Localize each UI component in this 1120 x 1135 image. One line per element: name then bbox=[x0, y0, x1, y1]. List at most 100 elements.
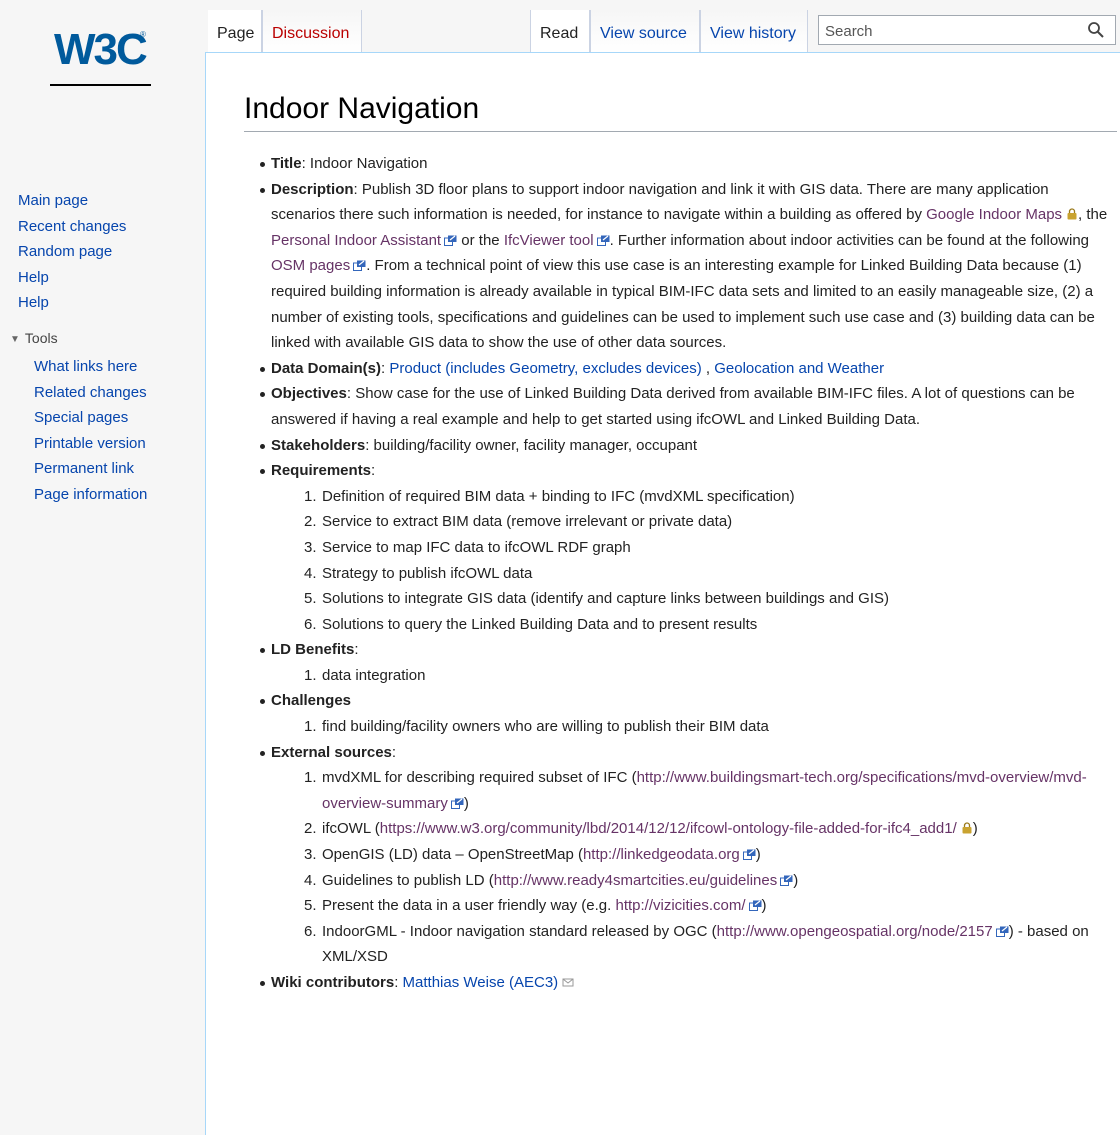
list-item-ld-benefits: LD Benefits: 1. data integration bbox=[246, 637, 1116, 688]
source-text-post: ) bbox=[463, 794, 469, 812]
title-value: : Indoor Navigation bbox=[301, 155, 428, 172]
description-text-4: . Further information about indoor activ… bbox=[609, 231, 1090, 249]
link-osm-pages[interactable]: OSM pages bbox=[271, 257, 350, 274]
tools-item-related-changes[interactable]: Related changes bbox=[34, 382, 147, 408]
external-sources-colon: : bbox=[391, 743, 397, 761]
stakeholders-label: Stakeholders bbox=[271, 436, 366, 454]
logo-text: W3C bbox=[54, 25, 148, 74]
link-ifcviewer-tool[interactable]: IfcViewer tool bbox=[504, 232, 594, 249]
search-icon[interactable] bbox=[1087, 21, 1105, 39]
w3c-logo[interactable]: W3C ® bbox=[50, 20, 151, 86]
source-link[interactable]: http://vizicities.com/ bbox=[616, 897, 746, 914]
tools-item-permanent-link[interactable]: Permanent link bbox=[34, 458, 147, 484]
sidebar-item-main-page[interactable]: Main page bbox=[18, 190, 126, 216]
tools-item-page-information[interactable]: Page information bbox=[34, 484, 147, 510]
ld-benefits-label: LD Benefits bbox=[271, 641, 355, 659]
requirement-text: Service to map IFC data to ifcOWL RDF gr… bbox=[322, 538, 631, 556]
logo-underline bbox=[50, 84, 151, 86]
tools-item-special-pages[interactable]: Special pages bbox=[34, 407, 147, 433]
source-item: 4. Guidelines to publish LD (http://www.r… bbox=[304, 868, 1116, 894]
source-text: mvdXML for describing required subset of… bbox=[322, 769, 637, 787]
list-item-challenges: Challenges 1. find building/facility owne… bbox=[246, 688, 1116, 739]
tab-view-history-link[interactable]: View history bbox=[710, 25, 796, 42]
tools-label: Tools bbox=[24, 330, 58, 346]
list-item-external-sources: External sources: 1. mvdXML for describin… bbox=[246, 740, 1116, 970]
source-item: 3. OpenGIS (LD) data – OpenStreetMap (htt… bbox=[304, 842, 1116, 868]
tab-discussion-link[interactable]: Discussion bbox=[272, 25, 349, 42]
source-number: 2. bbox=[304, 820, 317, 838]
challenge-item: 1. find building/facility owners who are … bbox=[304, 714, 1116, 740]
link-contributor[interactable]: Matthias Weise (AEC3) bbox=[403, 974, 559, 991]
tab-discussion[interactable]: Discussion bbox=[262, 10, 362, 52]
requirements-label: Requirements bbox=[271, 462, 372, 480]
source-item: 5. Present the data in a user friendly wa… bbox=[304, 893, 1116, 919]
source-link[interactable]: http://www.opengeospatial.org/node/2157 bbox=[717, 923, 993, 940]
tools-item-printable-version[interactable]: Printable version bbox=[34, 433, 147, 459]
sidebar-item-random-page[interactable]: Random page bbox=[18, 241, 126, 267]
data-domain-separator-2: , bbox=[701, 359, 715, 377]
search-box bbox=[818, 15, 1116, 46]
source-item: 2. ifcOWL (https://www.w3.org/community/l… bbox=[304, 816, 1116, 842]
tab-view-history[interactable]: View history bbox=[700, 10, 808, 52]
external-link-icon bbox=[596, 235, 610, 246]
challenge-number: 1. bbox=[304, 718, 317, 736]
tools-list: What links here Related changes Special … bbox=[34, 356, 147, 510]
tab-read-label: Read bbox=[540, 25, 579, 42]
source-text-post: ) bbox=[972, 820, 978, 838]
source-link[interactable]: https://www.w3.org/community/lbd/2014/12… bbox=[380, 820, 957, 837]
wiki-contributors-label: Wiki contributors bbox=[271, 974, 395, 991]
requirement-number: 3. bbox=[304, 538, 317, 556]
challenges-label: Challenges bbox=[271, 692, 352, 710]
external-link-icon bbox=[780, 875, 793, 886]
list-item-stakeholders: Stakeholders: building/facility owner, f… bbox=[246, 433, 1116, 459]
list-item-wiki-contributors: Wiki contributors: Matthias Weise (AEC3) bbox=[246, 970, 1116, 996]
requirement-text: Solutions to integrate GIS data (identif… bbox=[322, 590, 890, 608]
source-text: Present the data in a user friendly way … bbox=[322, 897, 616, 915]
sidebar-item-help[interactable]: Help bbox=[18, 267, 126, 293]
link-product-domain[interactable]: Product (includes Geometry, excludes dev… bbox=[389, 360, 701, 377]
tools-item-what-links-here[interactable]: What links here bbox=[34, 356, 147, 382]
requirement-number: 2. bbox=[304, 513, 317, 531]
source-text-post: ) bbox=[755, 846, 761, 864]
email-icon bbox=[562, 978, 574, 987]
search-input[interactable] bbox=[819, 16, 1081, 46]
requirements-list: 1. Definition of required BIM data + bind… bbox=[271, 484, 1116, 638]
requirement-number: 1. bbox=[304, 487, 317, 505]
tab-view-source-link[interactable]: View source bbox=[600, 25, 687, 42]
logo-registered-mark: ® bbox=[140, 30, 146, 39]
tab-page[interactable]: Page bbox=[208, 10, 262, 52]
triangle-down-icon: ▼ bbox=[10, 334, 20, 345]
source-number: 4. bbox=[304, 871, 317, 889]
source-text-post: ) bbox=[793, 871, 799, 889]
list-item-title: Title: Indoor Navigation bbox=[246, 151, 1116, 177]
sidebar-navigation: Main page Recent changes Random page Hel… bbox=[18, 190, 126, 318]
link-google-indoor-maps[interactable]: Google Indoor Maps bbox=[926, 206, 1062, 223]
lock-icon bbox=[962, 822, 972, 834]
tab-view-source[interactable]: View source bbox=[590, 10, 700, 52]
sidebar-item-recent-changes[interactable]: Recent changes bbox=[18, 216, 126, 242]
requirement-item: 6. Solutions to query the Linked Building… bbox=[304, 612, 1116, 638]
source-link[interactable]: http://www.ready4smartcities.eu/guidelin… bbox=[494, 872, 777, 889]
objectives-label: Objectives bbox=[271, 385, 347, 403]
source-link[interactable]: http://linkedgeodata.org bbox=[583, 846, 740, 863]
requirement-text: Solutions to query the Linked Building D… bbox=[322, 615, 758, 633]
wiki-contributors-separator: : bbox=[394, 974, 403, 991]
external-link-icon bbox=[450, 798, 464, 809]
tools-toggle[interactable]: ▼ Tools bbox=[10, 330, 58, 346]
external-link-icon bbox=[748, 900, 762, 912]
requirement-text: Strategy to publish ifcOWL data bbox=[322, 564, 533, 582]
link-personal-indoor-assistant[interactable]: Personal Indoor Assistant bbox=[271, 232, 441, 249]
link-geolocation-weather[interactable]: Geolocation and Weather bbox=[714, 360, 884, 377]
objectives-text: : Show case for the use of Linked Buildi… bbox=[271, 385, 1075, 428]
requirement-text: Definition of required BIM data + bindin… bbox=[322, 487, 795, 505]
sources-list: 1. mvdXML for describing required subset … bbox=[271, 765, 1116, 970]
ld-benefits-colon: : bbox=[354, 641, 359, 659]
list-item-description: Description: Publish 3D floor plans to s… bbox=[246, 177, 1116, 356]
tab-read[interactable]: Read bbox=[530, 10, 590, 52]
source-text: OpenGIS (LD) data – OpenStreetMap ( bbox=[322, 846, 583, 864]
list-item-data-domains: Data Domain(s): Product (includes Geomet… bbox=[246, 356, 1116, 382]
requirement-number: 6. bbox=[304, 615, 317, 633]
sidebar-item-help-2[interactable]: Help bbox=[18, 292, 126, 318]
external-link-icon bbox=[444, 235, 457, 246]
list-item-objectives: Objectives: Show case for the use of Lin… bbox=[246, 381, 1116, 432]
